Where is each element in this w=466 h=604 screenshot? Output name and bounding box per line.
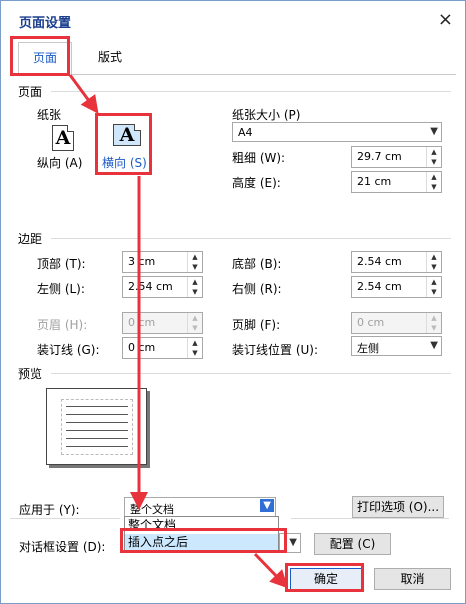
left-margin-label: 左侧 (L): — [37, 282, 85, 296]
preview-section-label: 预览 — [18, 367, 43, 381]
print-options-button[interactable]: 打印选项 (O)... — [352, 496, 444, 518]
width-label: 粗细 (W): — [232, 151, 286, 165]
down-arrow-icon[interactable]: ▼ — [427, 182, 441, 192]
up-arrow-icon[interactable]: ▲ — [188, 338, 202, 348]
down-arrow-icon[interactable]: ▼ — [188, 262, 202, 272]
chevron-down-icon[interactable]: ▼ — [430, 126, 438, 137]
cancel-button[interactable]: 取消 — [374, 568, 451, 590]
up-arrow-icon[interactable]: ▲ — [188, 313, 202, 323]
down-arrow-icon[interactable]: ▼ — [427, 287, 441, 297]
close-icon[interactable]: × — [438, 9, 453, 30]
dialog-title: 页面设置 — [19, 16, 72, 31]
up-arrow-icon[interactable]: ▲ — [427, 172, 441, 182]
page-setup-dialog: 页面设置 × 页面 版式 页面 纸张 A 纵向 (A) A 横向 (S) 纸张大… — [0, 0, 466, 604]
highlight-box-insertion-option — [120, 528, 287, 553]
chevron-down-icon[interactable]: ▼ — [430, 340, 438, 351]
down-arrow-icon[interactable]: ▼ — [188, 287, 202, 297]
gutter-stepper[interactable]: 0 cm ▲ ▼ — [122, 337, 203, 359]
down-arrow-icon[interactable]: ▼ — [188, 348, 202, 358]
highlight-box-landscape — [95, 113, 152, 175]
divider — [51, 373, 451, 374]
bottom-margin-stepper[interactable]: 2.54 cm ▲ ▼ — [351, 251, 442, 273]
right-margin-label: 右侧 (R): — [232, 282, 282, 296]
apply-to-select[interactable]: 整个文档 ▼ — [124, 497, 276, 517]
down-arrow-icon[interactable]: ▼ — [427, 262, 441, 272]
tab-bar: 页面 版式 — [10, 42, 456, 75]
divider — [51, 238, 451, 239]
chevron-down-icon[interactable]: ▼ — [289, 537, 297, 548]
footer-margin-stepper[interactable]: 0 cm ▲ ▼ — [351, 312, 442, 334]
up-arrow-icon[interactable]: ▲ — [427, 147, 441, 157]
highlight-box-ok — [285, 563, 364, 592]
header-margin-stepper[interactable]: 0 cm ▲ ▼ — [122, 312, 203, 334]
divider — [291, 518, 449, 519]
down-arrow-icon[interactable]: ▼ — [188, 323, 202, 333]
header-margin-label: 页眉 (H): — [37, 318, 88, 332]
footer-margin-label: 页脚 (F): — [232, 318, 281, 332]
paper-size-label: 纸张大小 (P) — [232, 108, 301, 122]
up-arrow-icon[interactable]: ▲ — [427, 277, 441, 287]
apply-to-label: 应用于 (Y): — [19, 503, 80, 517]
left-margin-stepper[interactable]: 2.54 cm ▲ ▼ — [122, 276, 203, 298]
height-stepper[interactable]: 21 cm ▲ ▼ — [351, 171, 442, 193]
down-arrow-icon[interactable]: ▼ — [427, 323, 441, 333]
chevron-down-icon[interactable]: ▼ — [260, 499, 274, 512]
bottom-margin-label: 底部 (B): — [232, 257, 282, 271]
page-preview — [46, 388, 147, 465]
gutter-position-label: 装订线位置 (U): — [232, 343, 319, 357]
height-label: 高度 (E): — [232, 176, 281, 190]
right-margin-stepper[interactable]: 2.54 cm ▲ ▼ — [351, 276, 442, 298]
page-section-label: 页面 — [18, 85, 43, 99]
margins-section-label: 边距 — [18, 232, 43, 246]
highlight-box-page-tab — [10, 36, 70, 76]
gutter-position-select[interactable]: 左侧 ▼ — [351, 336, 442, 356]
up-arrow-icon[interactable]: ▲ — [188, 277, 202, 287]
up-arrow-icon[interactable]: ▲ — [188, 252, 202, 262]
divider — [51, 91, 451, 92]
paper-size-select[interactable]: A4 ▼ — [232, 122, 442, 142]
dialog-settings-label: 对话框设置 (D): — [19, 540, 106, 554]
top-margin-stepper[interactable]: 3 cm ▲ ▼ — [122, 251, 203, 273]
down-arrow-icon[interactable]: ▼ — [427, 157, 441, 167]
up-arrow-icon[interactable]: ▲ — [427, 313, 441, 323]
gutter-label: 装订线 (G): — [37, 343, 100, 357]
portrait-label[interactable]: 纵向 (A) — [37, 154, 82, 171]
tab-layout[interactable]: 版式 — [84, 42, 136, 73]
top-margin-label: 顶部 (T): — [37, 257, 86, 271]
up-arrow-icon[interactable]: ▲ — [427, 252, 441, 262]
paper-label: 纸张 — [37, 108, 62, 122]
divider — [10, 518, 120, 519]
width-stepper[interactable]: 29.7 cm ▲ ▼ — [351, 146, 442, 168]
config-button[interactable]: 配置 (C) — [314, 533, 391, 555]
portrait-icon[interactable]: A — [52, 125, 74, 151]
